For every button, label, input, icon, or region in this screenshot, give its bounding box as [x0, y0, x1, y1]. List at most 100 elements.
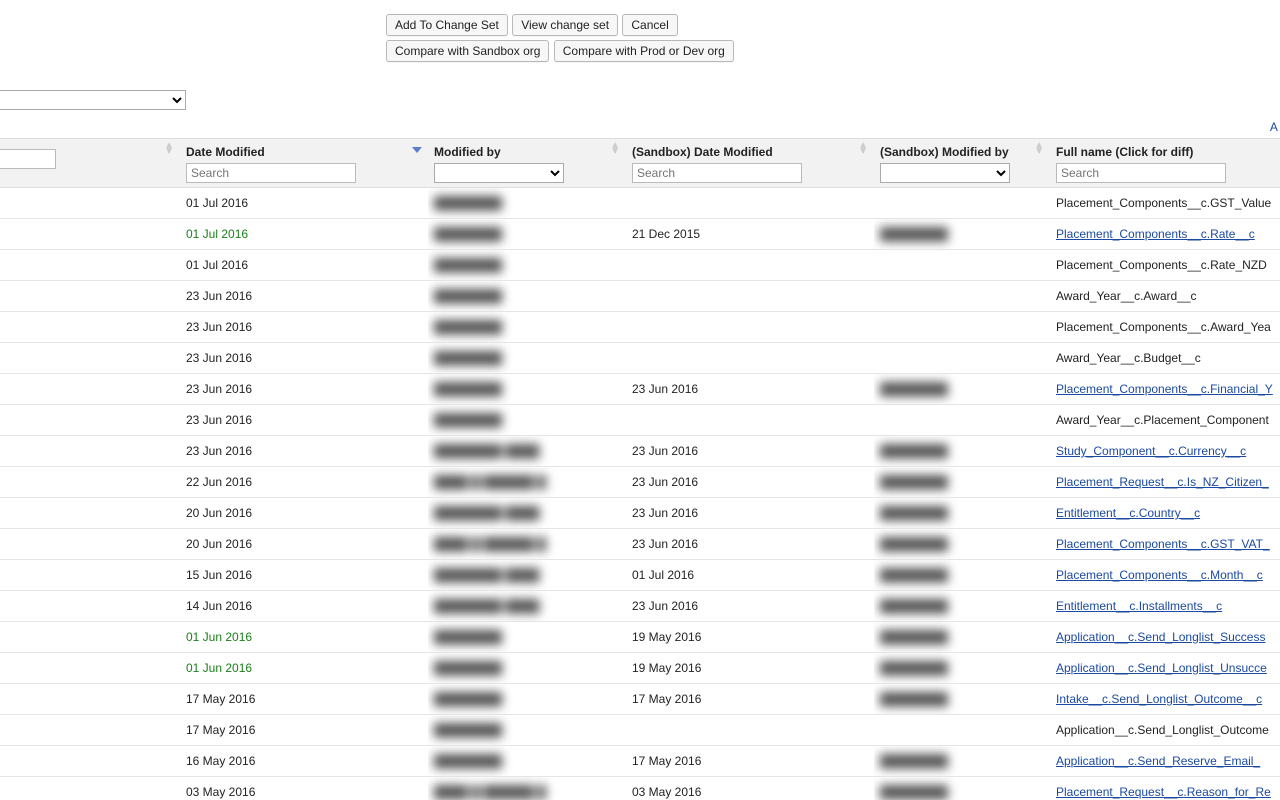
add-to-change-set-button[interactable]: Add To Change Set	[386, 14, 508, 36]
cell-date-modified: 01 Jun 2016	[180, 653, 428, 684]
cell-sandbox-date: 23 Jun 2016	[626, 374, 874, 405]
alpha-filter: ABCDEFG	[0, 116, 1280, 138]
cell-name[interactable]: nts	[0, 405, 180, 436]
cell-date-modified: 23 Jun 2016	[180, 281, 428, 312]
cell-sandbox-date: 23 Jun 2016	[626, 436, 874, 467]
table-row: 23 Jun 2016████████ Placement_Components_…	[0, 312, 1280, 343]
cell-date-modified: 17 May 2016	[180, 715, 428, 746]
cell-full-name[interactable]: Intake__c.Send_Longlist_Outcome__c	[1050, 684, 1280, 715]
cell-modified-by: ████████ ████	[428, 591, 626, 622]
cell-sandbox-modified-by: ████████	[874, 684, 1050, 715]
cell-sandbox-date: 17 May 2016	[626, 746, 874, 777]
table-row: 03 May 2016████ █ ██████ █03 May 2016███…	[0, 777, 1280, 800]
cell-full-name[interactable]: Entitlement__c.Installments__c	[1050, 591, 1280, 622]
alpha-letter[interactable]: A	[1266, 120, 1280, 134]
table-row: 01 Jul 2016████████21 Dec 2015████████Pl…	[0, 219, 1280, 250]
cell-name	[0, 343, 180, 374]
cell-full-name[interactable]: Application__c.Send_Reserve_Email_	[1050, 746, 1280, 777]
table-row: 20 Jun 2016████ █ ██████ █23 Jun 2016███…	[0, 529, 1280, 560]
col-header-full-name[interactable]: Full name (Click for diff)	[1050, 139, 1280, 188]
cell-sandbox-modified-by: ████████	[874, 436, 1050, 467]
cell-full-name[interactable]: Placement_Components__c.Month__c	[1050, 560, 1280, 591]
cell-name	[0, 219, 180, 250]
cell-modified-by: ████████ ████	[428, 560, 626, 591]
cell-sandbox-modified-by: ████████	[874, 777, 1050, 800]
sort-icon: ▲▼	[858, 143, 868, 155]
cell-sandbox-modified-by: ████████	[874, 374, 1050, 405]
cell-full-name[interactable]: Entitlement__c.Country__c	[1050, 498, 1280, 529]
cell-sandbox-date	[626, 715, 874, 746]
table-row: 01 Jul 2016████████Placement_Components_…	[0, 250, 1280, 281]
cell-sandbox-date	[626, 312, 874, 343]
cell-sandbox-date	[626, 343, 874, 374]
cell-name	[0, 312, 180, 343]
cell-name[interactable]: sful Outcome	[0, 622, 180, 653]
view-change-set-button[interactable]: View change set	[512, 14, 618, 36]
cell-sandbox-modified-by: ████████	[874, 219, 1050, 250]
cell-name	[0, 188, 180, 219]
cell-date-modified: 23 Jun 2016	[180, 374, 428, 405]
cell-name[interactable]: cessful Outcome	[0, 653, 180, 684]
col-header-sandbox-date[interactable]: ▲▼ (Sandbox) Date Modified	[626, 139, 874, 188]
table-row: 01 Jul 2016████████Placement_Components_…	[0, 188, 1280, 219]
col-header-name[interactable]: ▲▼	[0, 139, 180, 188]
full-name-search-input[interactable]	[1056, 163, 1226, 183]
table-row: e17 May 2016████████Application__c.Send_…	[0, 715, 1280, 746]
cancel-button[interactable]: Cancel	[622, 14, 677, 36]
cell-sandbox-modified-by: ████████	[874, 560, 1050, 591]
cell-modified-by: ████████	[428, 622, 626, 653]
cell-sandbox-date: 19 May 2016	[626, 622, 874, 653]
cell-full-name[interactable]: Placement_Components__c.GST_VAT_	[1050, 529, 1280, 560]
cell-full-name: Placement_Components__c.Award_Yea	[1050, 312, 1280, 343]
cell-name	[0, 374, 180, 405]
cell-modified-by: ████ █ ██████ █	[428, 777, 626, 800]
cell-name[interactable]: e	[0, 684, 180, 715]
cell-sandbox-date: 19 May 2016	[626, 653, 874, 684]
cell-sandbox-date: 03 May 2016	[626, 777, 874, 800]
cell-full-name[interactable]: Study_Component__c.Currency__c	[1050, 436, 1280, 467]
cell-date-modified: 16 May 2016	[180, 746, 428, 777]
cell-date-modified: 23 Jun 2016	[180, 312, 428, 343]
date-search-input[interactable]	[186, 163, 356, 183]
cell-full-name[interactable]: Placement_Request__c.Reason_for_Re	[1050, 777, 1280, 800]
cell-full-name: Award_Year__c.Award__c	[1050, 281, 1280, 312]
cell-modified-by: ████████ ████	[428, 498, 626, 529]
sandbox-modified-by-filter[interactable]	[880, 163, 1010, 183]
compare-prod-button[interactable]: Compare with Prod or Dev org	[554, 40, 734, 62]
cell-full-name[interactable]: Application__c.Send_Longlist_Success	[1050, 622, 1280, 653]
name-search-input[interactable]	[0, 149, 56, 169]
cell-full-name: Placement_Components__c.Rate_NZD	[1050, 250, 1280, 281]
cell-full-name[interactable]: Placement_Request__c.Is_NZ_Citizen_	[1050, 467, 1280, 498]
cell-full-name: Award_Year__c.Budget__c	[1050, 343, 1280, 374]
col-header-date-modified[interactable]: Date Modified	[180, 139, 428, 188]
table-row: 23 Jun 2016████████Award_Year__c.Budget_…	[0, 343, 1280, 374]
sandbox-date-search-input[interactable]	[632, 163, 802, 183]
cell-modified-by: ████████	[428, 715, 626, 746]
toolbar: Add To Change Set View change set Cancel…	[0, 0, 1280, 72]
cell-modified-by: ████████	[428, 250, 626, 281]
col-header-sandbox-modified-by[interactable]: ▲▼ (Sandbox) Modified by	[874, 139, 1050, 188]
cell-name	[0, 436, 180, 467]
cell-sandbox-modified-by: ████████	[874, 467, 1050, 498]
metadata-type-select[interactable]: eld	[0, 90, 186, 110]
cell-date-modified: 17 May 2016	[180, 684, 428, 715]
cell-date-modified: 22 Jun 2016	[180, 467, 428, 498]
table-row: e17 May 2016████████17 May 2016████████I…	[0, 684, 1280, 715]
compare-sandbox-button[interactable]: Compare with Sandbox org	[386, 40, 549, 62]
cell-full-name[interactable]: Placement_Components__c.Financial_Y	[1050, 374, 1280, 405]
modified-by-filter[interactable]	[434, 163, 564, 183]
cell-sandbox-modified-by	[874, 405, 1050, 436]
cell-date-modified: 23 Jun 2016	[180, 343, 428, 374]
cell-modified-by: ████████	[428, 746, 626, 777]
cell-full-name[interactable]: Application__c.Send_Longlist_Unsucce	[1050, 653, 1280, 684]
cell-full-name[interactable]: Placement_Components__c.Rate__c	[1050, 219, 1280, 250]
cell-sandbox-modified-by: ████████	[874, 529, 1050, 560]
table-row: 14 Jun 2016████████ ████23 Jun 2016█████…	[0, 591, 1280, 622]
cell-name[interactable]: e	[0, 715, 180, 746]
cell-name	[0, 250, 180, 281]
cell-date-modified: 03 May 2016	[180, 777, 428, 800]
cell-modified-by: ████████	[428, 312, 626, 343]
cell-sandbox-date: 17 May 2016	[626, 684, 874, 715]
cell-sandbox-date	[626, 405, 874, 436]
col-header-modified-by[interactable]: ▲▼ Modified by	[428, 139, 626, 188]
